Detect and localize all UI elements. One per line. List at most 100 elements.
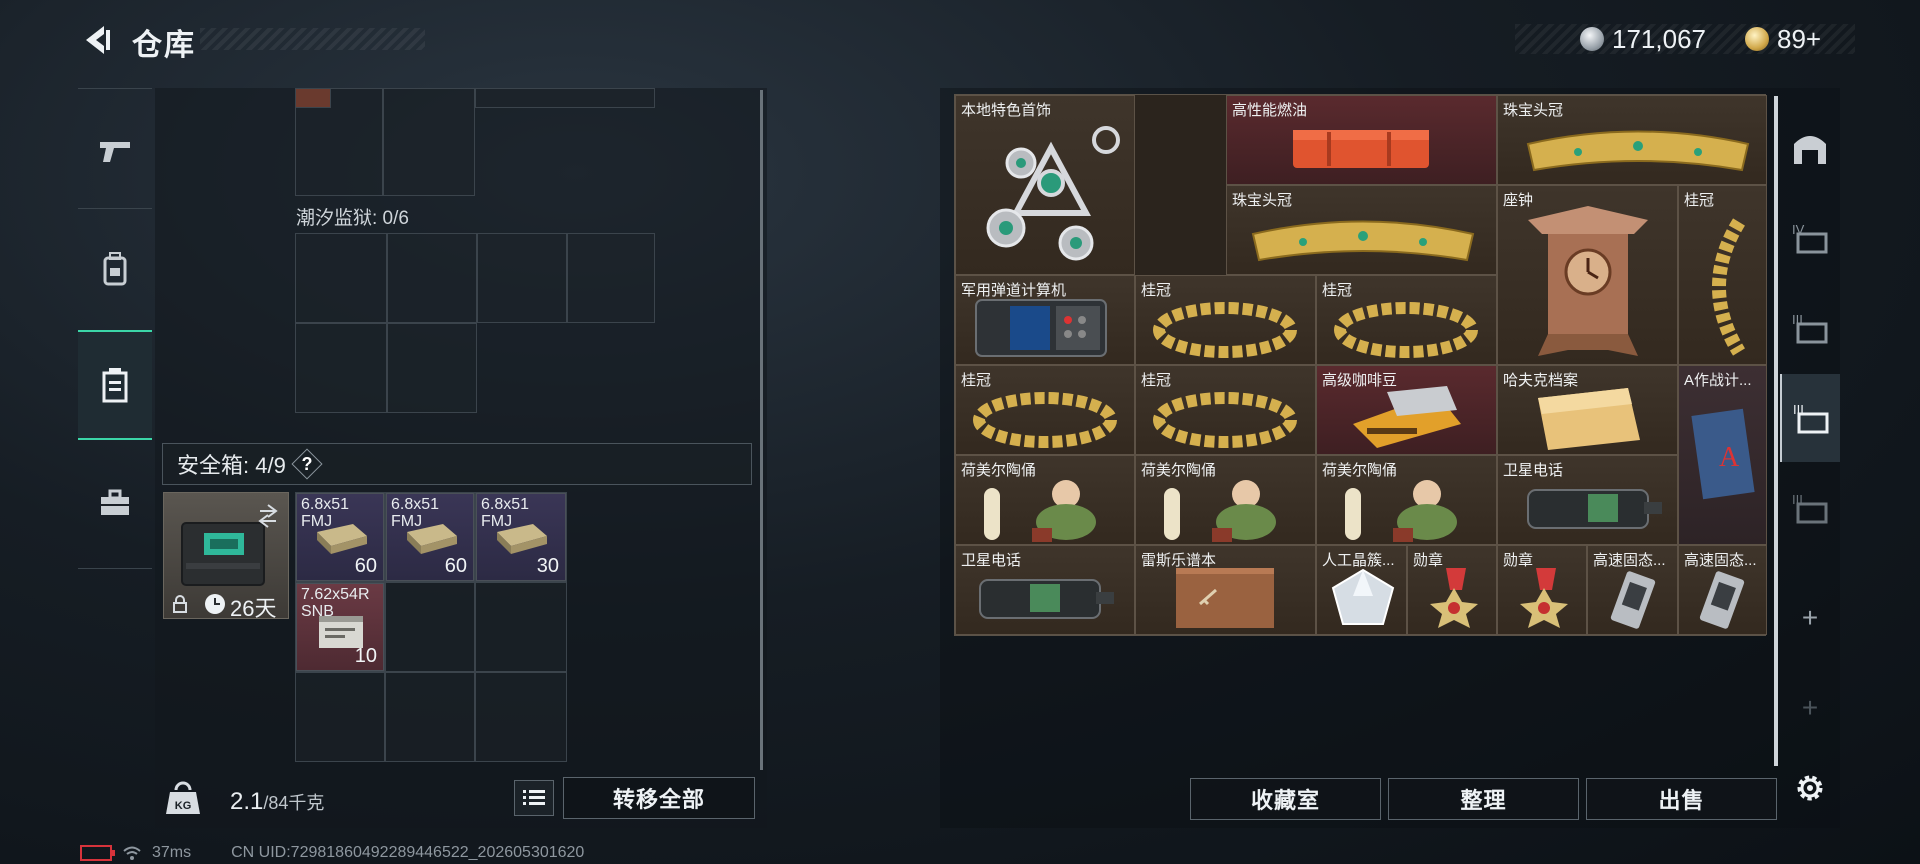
toolbox-icon: [101, 489, 129, 515]
stash-page-icon: IV: [1792, 222, 1828, 254]
weight-icon: KG: [162, 780, 204, 818]
list-view-button[interactable]: [514, 780, 554, 816]
grid-slot[interactable]: [475, 88, 655, 108]
backpack-icon: [103, 252, 127, 286]
help-icon: ?: [301, 454, 313, 474]
silver-amount: 171,067: [1612, 23, 1706, 54]
battery-icon: [80, 845, 115, 861]
item-name: 6.8x51 FMJ: [481, 496, 530, 530]
ammo-item[interactable]: 6.8x51 FMJ 60: [296, 493, 384, 581]
uid-readout: CN UID:7298186049228944652​2_20260530162…: [231, 844, 585, 861]
safe-slot[interactable]: [295, 672, 385, 762]
item-quantity: 60: [354, 555, 377, 577]
item-quantity: 10: [354, 645, 377, 667]
stash-item[interactable]: 座钟: [1497, 185, 1678, 365]
transfer-all-button[interactable]: 转移全部: [563, 777, 755, 819]
stash-item[interactable]: 珠宝头冠: [1226, 185, 1497, 275]
lock-icon: [173, 595, 187, 613]
ammo-item[interactable]: 6.8x51 FMJ 30: [476, 493, 566, 581]
gold-currency[interactable]: 89+: [1745, 22, 1821, 56]
stash-item[interactable]: 勋章: [1407, 545, 1497, 635]
tidal-slot[interactable]: [387, 233, 477, 323]
wifi-icon: [123, 846, 141, 860]
item-name: 高速固态...: [1684, 552, 1757, 569]
stash-item[interactable]: 卫星电话: [1497, 455, 1678, 545]
svg-text:A: A: [1719, 442, 1740, 473]
safe-box-timer: 26天: [230, 596, 277, 621]
safe-slot[interactable]: [385, 582, 475, 672]
stash-item[interactable]: 荷美尔陶俑: [1316, 455, 1497, 545]
item-quantity: 30: [536, 555, 559, 577]
sell-button[interactable]: 出售: [1586, 778, 1777, 820]
item-quantity: 60: [444, 555, 467, 577]
stash-item[interactable]: 高级咖啡豆: [1316, 365, 1497, 455]
stash-item[interactable]: 荷美尔陶俑: [955, 455, 1135, 545]
add-stash-page-button[interactable]: +: [1780, 574, 1840, 662]
figurine-icon: [1164, 480, 1276, 542]
tab-stash-home[interactable]: [1780, 104, 1840, 192]
stash-item[interactable]: 桂冠: [1135, 365, 1316, 455]
tab-stash-4[interactable]: IV: [1780, 194, 1840, 282]
ammo-item[interactable]: 7.62x54R SNB 10: [296, 583, 384, 671]
tidal-slot[interactable]: [477, 233, 567, 323]
item-name: 7.62x54R SNB: [301, 586, 370, 620]
stash-item[interactable]: 桂冠: [955, 365, 1135, 455]
ballistic-computer-icon: [975, 299, 1107, 357]
loadout-scrollbar[interactable]: [760, 90, 763, 770]
tab-equipment[interactable]: [78, 214, 152, 324]
stash-item[interactable]: 桂冠: [1678, 185, 1767, 365]
stash-page-sidebar: IV III III III + +: [1780, 94, 1840, 834]
stash-item[interactable]: 荷美尔陶俑: [1135, 455, 1316, 545]
item-name: 高速固态...: [1593, 552, 1666, 569]
settings-button[interactable]: [1780, 744, 1840, 832]
help-button[interactable]: ?: [291, 448, 323, 480]
tab-weapons[interactable]: [78, 96, 152, 206]
tab-stash-3c[interactable]: III: [1780, 464, 1840, 552]
tab-toolbox[interactable]: [78, 448, 152, 558]
tab-stash-3a[interactable]: III: [1780, 284, 1840, 372]
tab-containers[interactable]: [78, 330, 152, 440]
crown-icon: [1526, 130, 1750, 172]
tidal-slot[interactable]: [387, 323, 477, 413]
ssd-icon: [1610, 571, 1656, 629]
stash-item[interactable]: 人工晶簇...: [1316, 545, 1407, 635]
stash-item[interactable]: 桂冠: [1316, 275, 1497, 365]
stash-item[interactable]: 卫星电话: [955, 545, 1135, 635]
safe-slot[interactable]: [475, 672, 567, 762]
partial-item[interactable]: [295, 88, 331, 108]
stash-item[interactable]: 珠宝头冠: [1497, 95, 1767, 185]
safe-slot[interactable]: [475, 582, 567, 672]
laurel-icon: [1153, 302, 1297, 358]
stash-grid: 本地特色首饰 高性能燃油 珠宝头冠 珠宝头冠 座钟 桂冠 军用弹道计算机 桂冠 …: [954, 94, 1767, 636]
stash-item[interactable]: 桂冠: [1135, 275, 1316, 365]
collection-room-button[interactable]: 收藏室: [1190, 778, 1381, 820]
tidal-slot[interactable]: [295, 323, 387, 413]
tab-stash-3b[interactable]: III: [1780, 374, 1840, 462]
safe-box-item[interactable]: 26天: [163, 492, 289, 621]
stash-item[interactable]: A作战计... A: [1678, 365, 1767, 545]
stash-item[interactable]: 本地特色首饰: [955, 95, 1135, 275]
clock-icon: [205, 594, 225, 614]
silver-coin-icon: [1580, 27, 1604, 51]
stash-item[interactable]: 哈夫克档案: [1497, 365, 1678, 455]
grid-slot[interactable]: [383, 88, 475, 196]
safe-slot[interactable]: [385, 672, 475, 762]
stash-item[interactable]: 勋章: [1497, 545, 1587, 635]
stash-item[interactable]: 高速固态...: [1678, 545, 1767, 635]
weight-max: /84千克: [263, 793, 325, 813]
document-icon: A: [1691, 408, 1755, 500]
stash-item[interactable]: 雷斯乐谱本: [1135, 545, 1316, 635]
folder-icon: [1538, 388, 1640, 450]
stash-scrollbar[interactable]: [1774, 96, 1778, 766]
stash-item[interactable]: 高速固态...: [1587, 545, 1678, 635]
stash-item[interactable]: 高性能燃油: [1226, 95, 1497, 185]
stash-page-icon: III: [1793, 402, 1829, 434]
organize-button[interactable]: 整理: [1388, 778, 1579, 820]
tidal-slot[interactable]: [567, 233, 655, 323]
satellite-phone-icon: [1527, 489, 1662, 529]
ammo-item[interactable]: 6.8x51 FMJ 60: [386, 493, 474, 581]
tidal-prison-label: 潮汐监狱: 0/6: [296, 208, 409, 229]
stash-item[interactable]: 军用弹道计算机: [955, 275, 1135, 365]
back-button[interactable]: [78, 22, 114, 58]
tidal-slot[interactable]: [295, 233, 387, 323]
